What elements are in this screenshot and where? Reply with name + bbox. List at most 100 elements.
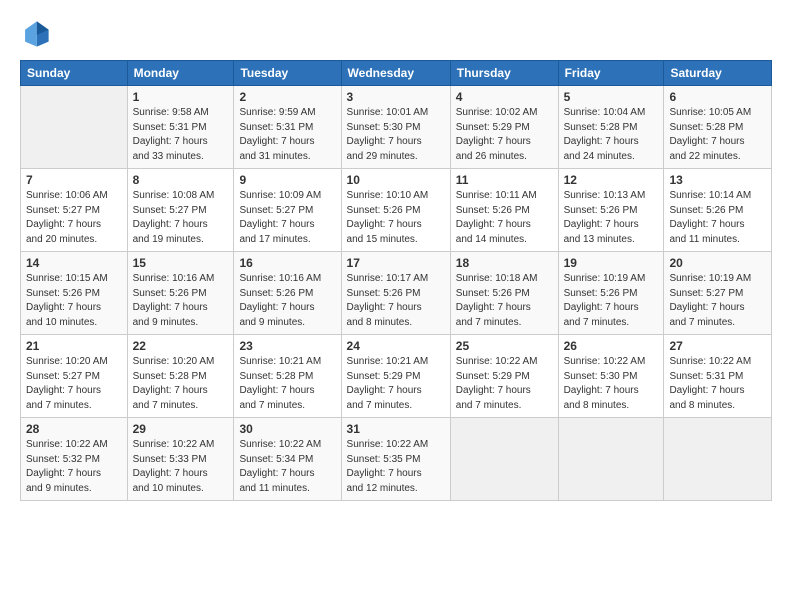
calendar-cell: 7 Sunrise: 10:06 AMSunset: 5:27 PMDayligh… bbox=[21, 169, 128, 252]
day-number: 15 bbox=[133, 256, 229, 270]
day-number: 1 bbox=[133, 90, 229, 104]
page: SundayMondayTuesdayWednesdayThursdayFrid… bbox=[0, 0, 792, 612]
calendar-cell: 3 Sunrise: 10:01 AMSunset: 5:30 PMDayligh… bbox=[341, 86, 450, 169]
header-sunday: Sunday bbox=[21, 61, 128, 86]
calendar-cell: 15 Sunrise: 10:16 AMSunset: 5:26 PMDaylig… bbox=[127, 252, 234, 335]
calendar-cell: 4 Sunrise: 10:02 AMSunset: 5:29 PMDayligh… bbox=[450, 86, 558, 169]
day-number: 14 bbox=[26, 256, 122, 270]
day-number: 25 bbox=[456, 339, 553, 353]
calendar-table: SundayMondayTuesdayWednesdayThursdayFrid… bbox=[20, 60, 772, 501]
day-number: 29 bbox=[133, 422, 229, 436]
calendar-cell: 6Sunrise: 10:05 AMSunset: 5:28 PMDayligh… bbox=[664, 86, 772, 169]
day-number: 18 bbox=[456, 256, 553, 270]
calendar-cell: 25Sunrise: 10:22 AMSunset: 5:29 PMDaylig… bbox=[450, 335, 558, 418]
day-info: Sunrise: 10:01 AMSunset: 5:30 PMDaylight… bbox=[347, 106, 445, 164]
day-number: 9 bbox=[239, 173, 335, 187]
day-info: Sunrise: 10:19 AMSunset: 5:26 PMDaylight… bbox=[564, 272, 659, 330]
day-number: 23 bbox=[239, 339, 335, 353]
day-info: Sunrise: 10:15 AMSunset: 5:26 PMDaylight… bbox=[26, 272, 122, 330]
calendar-cell: 1 Sunrise: 9:58 AMSunset: 5:31 PMDaylight… bbox=[127, 86, 234, 169]
day-number: 16 bbox=[239, 256, 335, 270]
day-info: Sunrise: 9:59 AMSunset: 5:31 PMDaylight:… bbox=[239, 106, 335, 164]
calendar-cell: 17Sunrise: 10:17 AMSunset: 5:26 PMDaylig… bbox=[341, 252, 450, 335]
day-number: 13 bbox=[669, 173, 766, 187]
calendar-cell bbox=[558, 418, 664, 501]
day-number: 5 bbox=[564, 90, 659, 104]
logo-icon bbox=[20, 18, 52, 50]
calendar-cell: 16 Sunrise: 10:16 AMSunset: 5:26 PMDaylig… bbox=[234, 252, 341, 335]
header-thursday: Thursday bbox=[450, 61, 558, 86]
day-info: Sunrise: 10:22 AMSunset: 5:30 PMDaylight… bbox=[564, 355, 659, 413]
header-tuesday: Tuesday bbox=[234, 61, 341, 86]
day-number: 20 bbox=[669, 256, 766, 270]
header-saturday: Saturday bbox=[664, 61, 772, 86]
calendar-cell bbox=[664, 418, 772, 501]
logo bbox=[20, 18, 56, 50]
day-info: Sunrise: 10:18 AMSunset: 5:26 PMDaylight… bbox=[456, 272, 553, 330]
calendar-header-row: SundayMondayTuesdayWednesdayThursdayFrid… bbox=[21, 61, 772, 86]
header-friday: Friday bbox=[558, 61, 664, 86]
day-number: 17 bbox=[347, 256, 445, 270]
day-number: 19 bbox=[564, 256, 659, 270]
calendar-cell: 21 Sunrise: 10:20 AMSunset: 5:27 PMDaylig… bbox=[21, 335, 128, 418]
day-info: Sunrise: 10:19 AMSunset: 5:27 PMDaylight… bbox=[669, 272, 766, 330]
day-info: Sunrise: 10:22 AMSunset: 5:32 PMDaylight… bbox=[26, 438, 122, 496]
calendar-week-row: 7 Sunrise: 10:06 AMSunset: 5:27 PMDayligh… bbox=[21, 169, 772, 252]
day-info: Sunrise: 10:13 AMSunset: 5:26 PMDaylight… bbox=[564, 189, 659, 247]
day-info: Sunrise: 10:06 AMSunset: 5:27 PMDaylight… bbox=[26, 189, 122, 247]
day-info: Sunrise: 10:14 AMSunset: 5:26 PMDaylight… bbox=[669, 189, 766, 247]
calendar-cell: 19 Sunrise: 10:19 AMSunset: 5:26 PMDaylig… bbox=[558, 252, 664, 335]
header-wednesday: Wednesday bbox=[341, 61, 450, 86]
calendar-cell bbox=[21, 86, 128, 169]
day-number: 27 bbox=[669, 339, 766, 353]
calendar-cell: 10Sunrise: 10:10 AMSunset: 5:26 PMDaylig… bbox=[341, 169, 450, 252]
day-number: 11 bbox=[456, 173, 553, 187]
day-info: Sunrise: 10:22 AMSunset: 5:35 PMDaylight… bbox=[347, 438, 445, 496]
calendar-week-row: 14 Sunrise: 10:15 AMSunset: 5:26 PMDaylig… bbox=[21, 252, 772, 335]
day-number: 7 bbox=[26, 173, 122, 187]
day-info: Sunrise: 10:08 AMSunset: 5:27 PMDaylight… bbox=[133, 189, 229, 247]
calendar-cell: 29 Sunrise: 10:22 AMSunset: 5:33 PMDaylig… bbox=[127, 418, 234, 501]
calendar-cell: 26 Sunrise: 10:22 AMSunset: 5:30 PMDaylig… bbox=[558, 335, 664, 418]
calendar-week-row: 1 Sunrise: 9:58 AMSunset: 5:31 PMDaylight… bbox=[21, 86, 772, 169]
calendar-cell: 5Sunrise: 10:04 AMSunset: 5:28 PMDayligh… bbox=[558, 86, 664, 169]
calendar-cell: 31 Sunrise: 10:22 AMSunset: 5:35 PMDaylig… bbox=[341, 418, 450, 501]
calendar-cell bbox=[450, 418, 558, 501]
day-info: Sunrise: 10:22 AMSunset: 5:34 PMDaylight… bbox=[239, 438, 335, 496]
day-info: Sunrise: 10:10 AMSunset: 5:26 PMDaylight… bbox=[347, 189, 445, 247]
day-number: 21 bbox=[26, 339, 122, 353]
day-number: 22 bbox=[133, 339, 229, 353]
calendar-cell: 24Sunrise: 10:21 AMSunset: 5:29 PMDaylig… bbox=[341, 335, 450, 418]
calendar-cell: 22 Sunrise: 10:20 AMSunset: 5:28 PMDaylig… bbox=[127, 335, 234, 418]
calendar-cell: 23 Sunrise: 10:21 AMSunset: 5:28 PMDaylig… bbox=[234, 335, 341, 418]
day-info: Sunrise: 10:22 AMSunset: 5:33 PMDaylight… bbox=[133, 438, 229, 496]
calendar-cell: 8Sunrise: 10:08 AMSunset: 5:27 PMDayligh… bbox=[127, 169, 234, 252]
calendar-cell: 20 Sunrise: 10:19 AMSunset: 5:27 PMDaylig… bbox=[664, 252, 772, 335]
day-info: Sunrise: 10:22 AMSunset: 5:31 PMDaylight… bbox=[669, 355, 766, 413]
day-number: 24 bbox=[347, 339, 445, 353]
day-number: 28 bbox=[26, 422, 122, 436]
calendar-week-row: 28 Sunrise: 10:22 AMSunset: 5:32 PMDaylig… bbox=[21, 418, 772, 501]
calendar-cell: 12 Sunrise: 10:13 AMSunset: 5:26 PMDaylig… bbox=[558, 169, 664, 252]
header bbox=[20, 18, 772, 50]
day-number: 31 bbox=[347, 422, 445, 436]
calendar-cell: 13 Sunrise: 10:14 AMSunset: 5:26 PMDaylig… bbox=[664, 169, 772, 252]
day-number: 12 bbox=[564, 173, 659, 187]
calendar-cell: 18 Sunrise: 10:18 AMSunset: 5:26 PMDaylig… bbox=[450, 252, 558, 335]
day-info: Sunrise: 10:20 AMSunset: 5:27 PMDaylight… bbox=[26, 355, 122, 413]
calendar-cell: 28 Sunrise: 10:22 AMSunset: 5:32 PMDaylig… bbox=[21, 418, 128, 501]
header-monday: Monday bbox=[127, 61, 234, 86]
day-number: 4 bbox=[456, 90, 553, 104]
day-info: Sunrise: 10:21 AMSunset: 5:28 PMDaylight… bbox=[239, 355, 335, 413]
day-number: 2 bbox=[239, 90, 335, 104]
day-info: Sunrise: 10:11 AMSunset: 5:26 PMDaylight… bbox=[456, 189, 553, 247]
day-info: Sunrise: 10:02 AMSunset: 5:29 PMDaylight… bbox=[456, 106, 553, 164]
day-info: Sunrise: 10:16 AMSunset: 5:26 PMDaylight… bbox=[239, 272, 335, 330]
calendar-cell: 9Sunrise: 10:09 AMSunset: 5:27 PMDayligh… bbox=[234, 169, 341, 252]
day-number: 26 bbox=[564, 339, 659, 353]
calendar-week-row: 21 Sunrise: 10:20 AMSunset: 5:27 PMDaylig… bbox=[21, 335, 772, 418]
day-info: Sunrise: 10:20 AMSunset: 5:28 PMDaylight… bbox=[133, 355, 229, 413]
day-info: Sunrise: 10:16 AMSunset: 5:26 PMDaylight… bbox=[133, 272, 229, 330]
day-number: 3 bbox=[347, 90, 445, 104]
day-info: Sunrise: 9:58 AMSunset: 5:31 PMDaylight:… bbox=[133, 106, 229, 164]
